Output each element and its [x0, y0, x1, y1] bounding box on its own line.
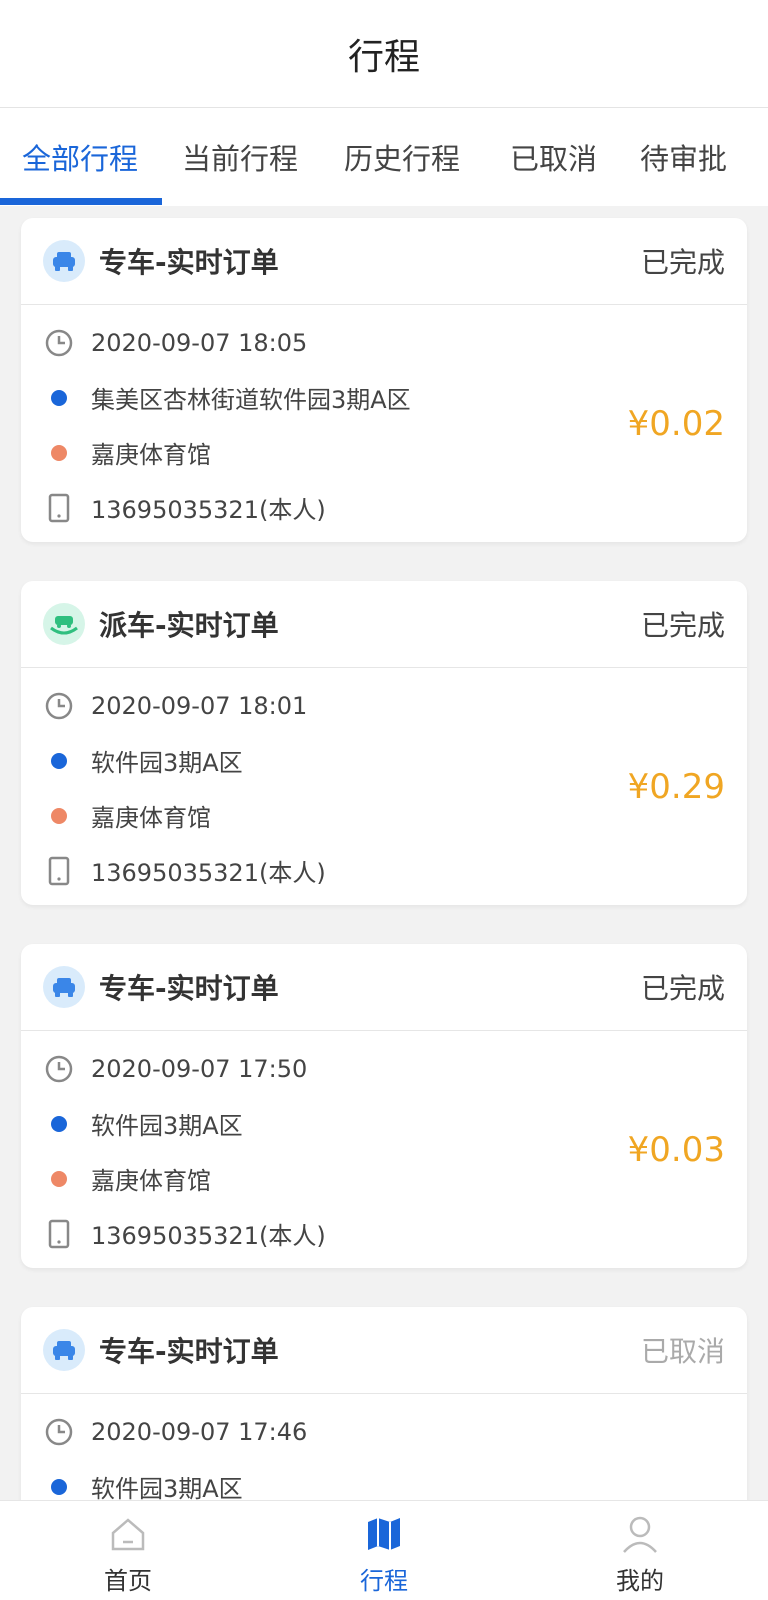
vip-car-icon — [43, 966, 85, 1008]
phone-icon — [43, 1218, 75, 1250]
order-time: 2020-09-07 17:50 — [91, 1054, 308, 1083]
clock-icon — [43, 1416, 75, 1448]
clock-icon — [43, 1053, 75, 1085]
start-point-icon — [43, 382, 75, 414]
app-header: 行程 — [0, 0, 768, 108]
order-card-header: 专车-实时订单 已取消 — [21, 1307, 747, 1394]
order-list[interactable]: 专车-实时订单 已完成 2020-09-07 18:05 集美区杏林街道软件园3… — [0, 206, 768, 1500]
order-type: 专车-实时订单 — [99, 246, 279, 279]
order-phone-row: 13695035321(本人) — [43, 1206, 725, 1261]
order-end-location: 嘉庚体育馆 — [91, 804, 211, 832]
home-icon — [108, 1513, 148, 1555]
order-end-location: 嘉庚体育馆 — [91, 441, 211, 469]
order-card-header: 专车-实时订单 已完成 — [21, 218, 747, 305]
map-icon — [364, 1513, 404, 1555]
order-status: 已完成 — [640, 609, 725, 642]
order-time-row: 2020-09-07 18:01 — [43, 678, 725, 733]
tab-current-trips[interactable]: 当前行程 — [182, 108, 298, 206]
order-price: ¥0.02 — [627, 403, 725, 444]
end-point-icon — [43, 437, 75, 469]
order-type: 专车-实时订单 — [99, 1335, 279, 1368]
tab-all-trips[interactable]: 全部行程 — [22, 108, 138, 206]
order-card-body: 2020-09-07 17:46 软件园3期A区 — [21, 1394, 747, 1500]
tabbar-home-label: 首页 — [104, 1567, 152, 1595]
order-end-location: 嘉庚体育馆 — [91, 1167, 211, 1195]
order-status: 已取消 — [640, 1335, 725, 1368]
phone-icon — [43, 492, 75, 524]
tabbar-me-label: 我的 — [616, 1567, 664, 1595]
order-card[interactable]: 专车-实时订单 已取消 2020-09-07 17:46 软件园3期A区 — [21, 1307, 747, 1500]
tabbar-trips[interactable]: 行程 — [304, 1501, 464, 1600]
order-time-row: 2020-09-07 17:50 — [43, 1041, 725, 1096]
order-end-row: 嘉庚体育馆 — [43, 1151, 725, 1206]
order-card[interactable]: 专车-实时订单 已完成 2020-09-07 18:05 集美区杏林街道软件园3… — [21, 218, 747, 542]
bottom-tab-bar: 首页 行程 我的 — [0, 1500, 768, 1600]
page-title: 行程 — [347, 36, 420, 78]
order-start-location: 软件园3期A区 — [91, 1475, 243, 1500]
order-card-body: 2020-09-07 18:01 软件园3期A区 嘉庚体育馆 136950353… — [21, 668, 747, 905]
order-price: ¥0.29 — [627, 766, 725, 807]
order-price: ¥0.03 — [627, 1129, 725, 1170]
order-type: 派车-实时订单 — [99, 609, 279, 642]
order-end-row: 嘉庚体育馆 — [43, 788, 725, 843]
order-card[interactable]: 专车-实时订单 已完成 2020-09-07 17:50 软件园3期A区 嘉庚体… — [21, 944, 747, 1268]
start-point-icon — [43, 745, 75, 777]
order-time: 2020-09-07 18:01 — [91, 691, 308, 720]
order-time-row: 2020-09-07 18:05 — [43, 315, 725, 370]
order-start-location: 集美区杏林街道软件园3期A区 — [91, 386, 411, 414]
order-card[interactable]: 派车-实时订单 已完成 2020-09-07 18:01 软件园3期A区 嘉庚体… — [21, 581, 747, 905]
clock-icon — [43, 690, 75, 722]
active-tab-indicator — [0, 198, 162, 205]
order-time-row: 2020-09-07 17:46 — [43, 1404, 725, 1459]
order-phone: 13695035321(本人) — [91, 1222, 326, 1250]
order-status: 已完成 — [640, 246, 725, 279]
order-start-row: 软件园3期A区 — [43, 1096, 725, 1151]
order-phone-row: 13695035321(本人) — [43, 480, 725, 535]
order-phone: 13695035321(本人) — [91, 496, 326, 524]
order-start-location: 软件园3期A区 — [91, 1112, 243, 1140]
order-end-row: 嘉庚体育馆 — [43, 425, 725, 480]
order-start-row: 集美区杏林街道软件园3期A区 — [43, 370, 725, 425]
order-card-header: 专车-实时订单 已完成 — [21, 944, 747, 1031]
order-time: 2020-09-07 18:05 — [91, 328, 308, 357]
end-point-icon — [43, 1163, 75, 1195]
tab-cancelled[interactable]: 已取消 — [510, 108, 597, 206]
vip-car-icon — [43, 240, 85, 282]
tabbar-me[interactable]: 我的 — [560, 1501, 720, 1600]
user-icon — [621, 1513, 659, 1555]
tab-history-trips[interactable]: 历史行程 — [344, 108, 460, 206]
end-point-icon — [43, 800, 75, 832]
order-start-row: 软件园3期A区 — [43, 733, 725, 788]
tabbar-home[interactable]: 首页 — [48, 1501, 208, 1600]
order-start-location: 软件园3期A区 — [91, 749, 243, 777]
start-point-icon — [43, 1108, 75, 1140]
order-phone: 13695035321(本人) — [91, 859, 326, 887]
order-phone-row: 13695035321(本人) — [43, 843, 725, 898]
trip-tabs: 全部行程 当前行程 历史行程 已取消 待审批 — [0, 108, 768, 206]
order-time: 2020-09-07 17:46 — [91, 1417, 308, 1446]
dispatch-car-icon — [43, 603, 85, 645]
order-card-body: 2020-09-07 17:50 软件园3期A区 嘉庚体育馆 136950353… — [21, 1031, 747, 1268]
order-card-header: 派车-实时订单 已完成 — [21, 581, 747, 668]
order-card-body: 2020-09-07 18:05 集美区杏林街道软件园3期A区 嘉庚体育馆 13… — [21, 305, 747, 542]
phone-icon — [43, 855, 75, 887]
clock-icon — [43, 327, 75, 359]
order-status: 已完成 — [640, 972, 725, 1005]
order-start-row: 软件园3期A区 — [43, 1459, 725, 1500]
vip-car-icon — [43, 1329, 85, 1371]
tabbar-trips-label: 行程 — [360, 1567, 408, 1595]
start-point-icon — [43, 1471, 75, 1501]
tab-pending-approval[interactable]: 待审批 — [640, 108, 727, 206]
order-type: 专车-实时订单 — [99, 972, 279, 1005]
